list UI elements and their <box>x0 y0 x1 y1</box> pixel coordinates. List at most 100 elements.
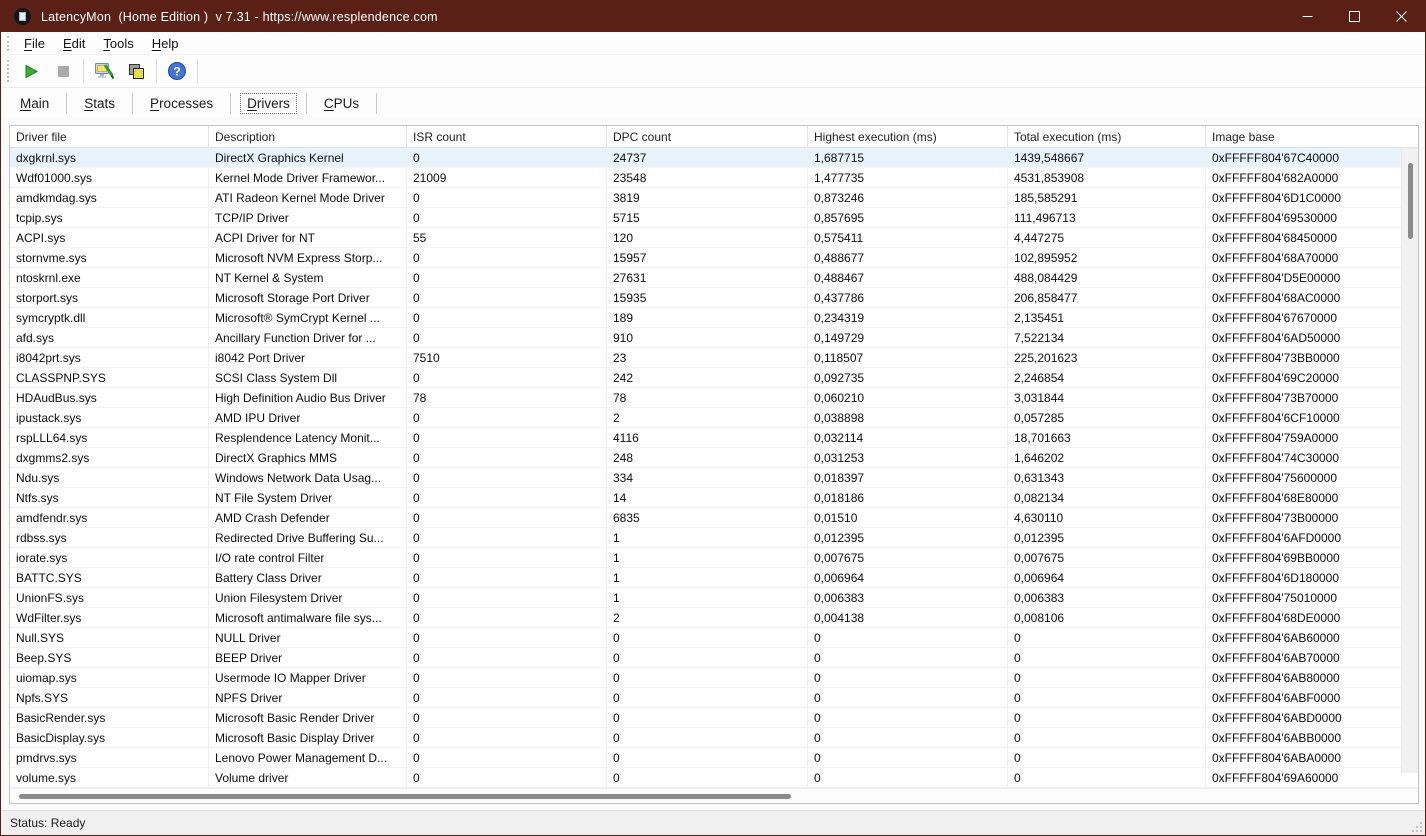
cell-image-base: 0xFFFFF804'73B70000 <box>1212 390 1339 405</box>
table-row[interactable]: iorate.sys I/O rate control Filter 0 1 0,007… <box>10 548 1418 568</box>
tab-drivers[interactable]: Drivers <box>240 92 297 114</box>
table-row[interactable]: BasicRender.sys Microsoft Basic Render Dr… <box>10 708 1418 728</box>
cell-driver-file: Beep.SYS <box>10 648 209 667</box>
cell-driver-file: dxgkrnl.sys <box>10 148 209 167</box>
cell-isr-count: 0 <box>407 268 607 287</box>
cell-isr-count: 0 <box>407 288 607 307</box>
window-controls <box>1284 1 1425 32</box>
table-row[interactable]: i8042prt.sys i8042 Port Driver 7510 23 0,118… <box>10 348 1418 368</box>
cell-driver-file: rdbss.sys <box>10 528 209 547</box>
cell-description: I/O rate control Filter <box>209 548 407 567</box>
resize-grip-icon[interactable] <box>1410 820 1423 833</box>
horizontal-scrollbar[interactable] <box>10 788 1418 803</box>
table-row[interactable]: pmdrvs.sys Lenovo Power Management D... 0 0… <box>10 748 1418 768</box>
cell-dpc-count: 23 <box>607 348 808 367</box>
cell-description: i8042 Port Driver <box>209 348 407 367</box>
table-row[interactable]: storport.sys Microsoft Storage Port Drive… <box>10 288 1418 308</box>
toolbar: ? <box>1 55 1425 88</box>
help-button[interactable]: ? <box>162 58 192 85</box>
table-row[interactable]: Null.SYS NULL Driver 0 0 0 0 0xFFFFF804'6AB600… <box>10 628 1418 648</box>
table-row[interactable]: BATTC.SYS Battery Class Driver 0 1 0,006964 0… <box>10 568 1418 588</box>
tab-bar: Main Stats Processes Drivers CPUs <box>1 88 1425 118</box>
cell-isr-count: 0 <box>407 368 607 387</box>
table-row[interactable]: Ntfs.sys NT File System Driver 0 14 0,018186… <box>10 488 1418 508</box>
options-button[interactable] <box>89 58 119 85</box>
tab-processes[interactable]: Processes <box>137 93 226 114</box>
table-row[interactable]: Beep.SYS BEEP Driver 0 0 0 0 0xFFFFF804'6AB700… <box>10 648 1418 668</box>
table-row[interactable]: CLASSPNP.SYS SCSI Class System Dll 0 242 0,0… <box>10 368 1418 388</box>
horizontal-scrollbar-thumb[interactable] <box>19 794 791 799</box>
table-row[interactable]: Wdf01000.sys Kernel Mode Driver Framewor.… <box>10 168 1418 188</box>
minimize-button[interactable] <box>1284 1 1331 32</box>
cell-highest-execution-ms: 0 <box>808 668 1008 687</box>
vertical-scrollbar-thumb[interactable] <box>1408 163 1413 239</box>
cell-dpc-count: 0 <box>607 628 808 647</box>
cell-description: DirectX Graphics MMS <box>209 448 407 467</box>
cell-isr-count: 7510 <box>407 348 607 367</box>
vertical-scrollbar[interactable] <box>1401 148 1418 773</box>
column-header-dpc-count[interactable]: DPC count <box>607 126 808 147</box>
cell-description: SCSI Class System Dll <box>209 368 407 387</box>
table-row[interactable]: tcpip.sys TCP/IP Driver 0 5715 0,857695 111,4… <box>10 208 1418 228</box>
stop-monitor-button[interactable] <box>48 58 78 85</box>
table-row[interactable]: ACPI.sys ACPI Driver for NT 55 120 0,575411 4… <box>10 228 1418 248</box>
table-row[interactable]: Ndu.sys Windows Network Data Usag... 0 334 0… <box>10 468 1418 488</box>
cell-description: Redirected Drive Buffering Su... <box>209 528 407 547</box>
table-row[interactable]: amdkmdag.sys ATI Radeon Kernel Mode Drive… <box>10 188 1418 208</box>
table-row[interactable]: amdfendr.sys AMD Crash Defender 0 6835 0,015… <box>10 508 1418 528</box>
cell-total-execution-ms: 1439,548667 <box>1008 148 1206 167</box>
tab-stats[interactable]: Stats <box>71 93 128 114</box>
table-row[interactable]: WdFilter.sys Microsoft antimalware file s… <box>10 608 1418 628</box>
table-row[interactable]: stornvme.sys Microsoft NVM Express Storp.… <box>10 248 1418 268</box>
column-header-description[interactable]: Description <box>209 126 407 147</box>
column-header-driver-file[interactable]: Driver file <box>10 126 209 147</box>
start-monitor-button[interactable] <box>16 58 46 85</box>
table-row[interactable]: HDAudBus.sys High Definition Audio Bus Dr… <box>10 388 1418 408</box>
menu-edit[interactable]: Edit <box>54 34 94 53</box>
table-row[interactable]: rdbss.sys Redirected Drive Buffering Su..… <box>10 528 1418 548</box>
cell-description: BEEP Driver <box>209 648 407 667</box>
menu-tools[interactable]: Tools <box>94 34 142 53</box>
cell-dpc-count: 242 <box>607 368 808 387</box>
cell-total-execution-ms: 0,006964 <box>1008 568 1206 587</box>
cell-image-base: 0xFFFFF804'6ABF0000 <box>1212 690 1341 705</box>
table-row[interactable]: dxgkrnl.sys DirectX Graphics Kernel 0 24737… <box>10 148 1418 168</box>
cell-highest-execution-ms: 0 <box>808 768 1008 787</box>
table-row[interactable]: afd.sys Ancillary Function Driver for ...… <box>10 328 1418 348</box>
menu-file[interactable]: File <box>15 34 54 53</box>
column-header-highest-execution-ms[interactable]: Highest execution (ms) <box>808 126 1008 147</box>
cell-highest-execution-ms: 0,031253 <box>808 448 1008 467</box>
cell-highest-execution-ms: 0 <box>808 688 1008 707</box>
stop-icon <box>57 65 69 77</box>
close-button[interactable] <box>1378 1 1425 32</box>
cell-isr-count: 0 <box>407 668 607 687</box>
table-row[interactable]: BasicDisplay.sys Microsoft Basic Display … <box>10 728 1418 748</box>
cell-total-execution-ms: 0 <box>1008 668 1206 687</box>
maximize-button[interactable] <box>1331 1 1378 32</box>
column-header-total-execution-ms[interactable]: Total execution (ms) <box>1008 126 1206 147</box>
cell-highest-execution-ms: 0,004138 <box>808 608 1008 627</box>
cell-highest-execution-ms: 0,857695 <box>808 208 1008 227</box>
column-header-image-base[interactable]: Image base <box>1206 126 1418 147</box>
table-row[interactable]: ntoskrnl.exe NT Kernel & System 0 27631 0,48… <box>10 268 1418 288</box>
table-row[interactable]: ipustack.sys AMD IPU Driver 0 2 0,038898 0,05… <box>10 408 1418 428</box>
table-row[interactable]: symcryptk.dll Microsoft® SymCrypt Kernel … <box>10 308 1418 328</box>
tab-main[interactable]: Main <box>7 93 62 114</box>
menu-help[interactable]: Help <box>143 34 188 53</box>
cell-highest-execution-ms: 0,149729 <box>808 328 1008 347</box>
play-icon <box>25 64 39 78</box>
table-row[interactable]: uiomap.sys Usermode IO Mapper Driver 0 0 0 0 0… <box>10 668 1418 688</box>
column-header-isr-count[interactable]: ISR count <box>407 126 607 147</box>
table-row[interactable]: rspLLL64.sys Resplendence Latency Monit..… <box>10 428 1418 448</box>
cell-driver-file: Ndu.sys <box>10 468 209 487</box>
table-row[interactable]: Npfs.SYS NPFS Driver 0 0 0 0 0xFFFFF804'6ABF00… <box>10 688 1418 708</box>
cell-driver-file: BasicDisplay.sys <box>10 728 209 747</box>
tab-separator <box>376 92 378 114</box>
table-row[interactable]: volume.sys Volume driver 0 0 0 0 0xFFFFF804'69… <box>10 768 1418 788</box>
table-row[interactable]: dxgmms2.sys DirectX Graphics MMS 0 248 0,031… <box>10 448 1418 468</box>
table-row[interactable]: UnionFS.sys Union Filesystem Driver 0 1 0,00… <box>10 588 1418 608</box>
cell-driver-file: iorate.sys <box>10 548 209 567</box>
tab-cpus[interactable]: CPUs <box>311 93 372 114</box>
cell-total-execution-ms: 0,631343 <box>1008 468 1206 487</box>
copy-report-button[interactable] <box>121 58 151 85</box>
